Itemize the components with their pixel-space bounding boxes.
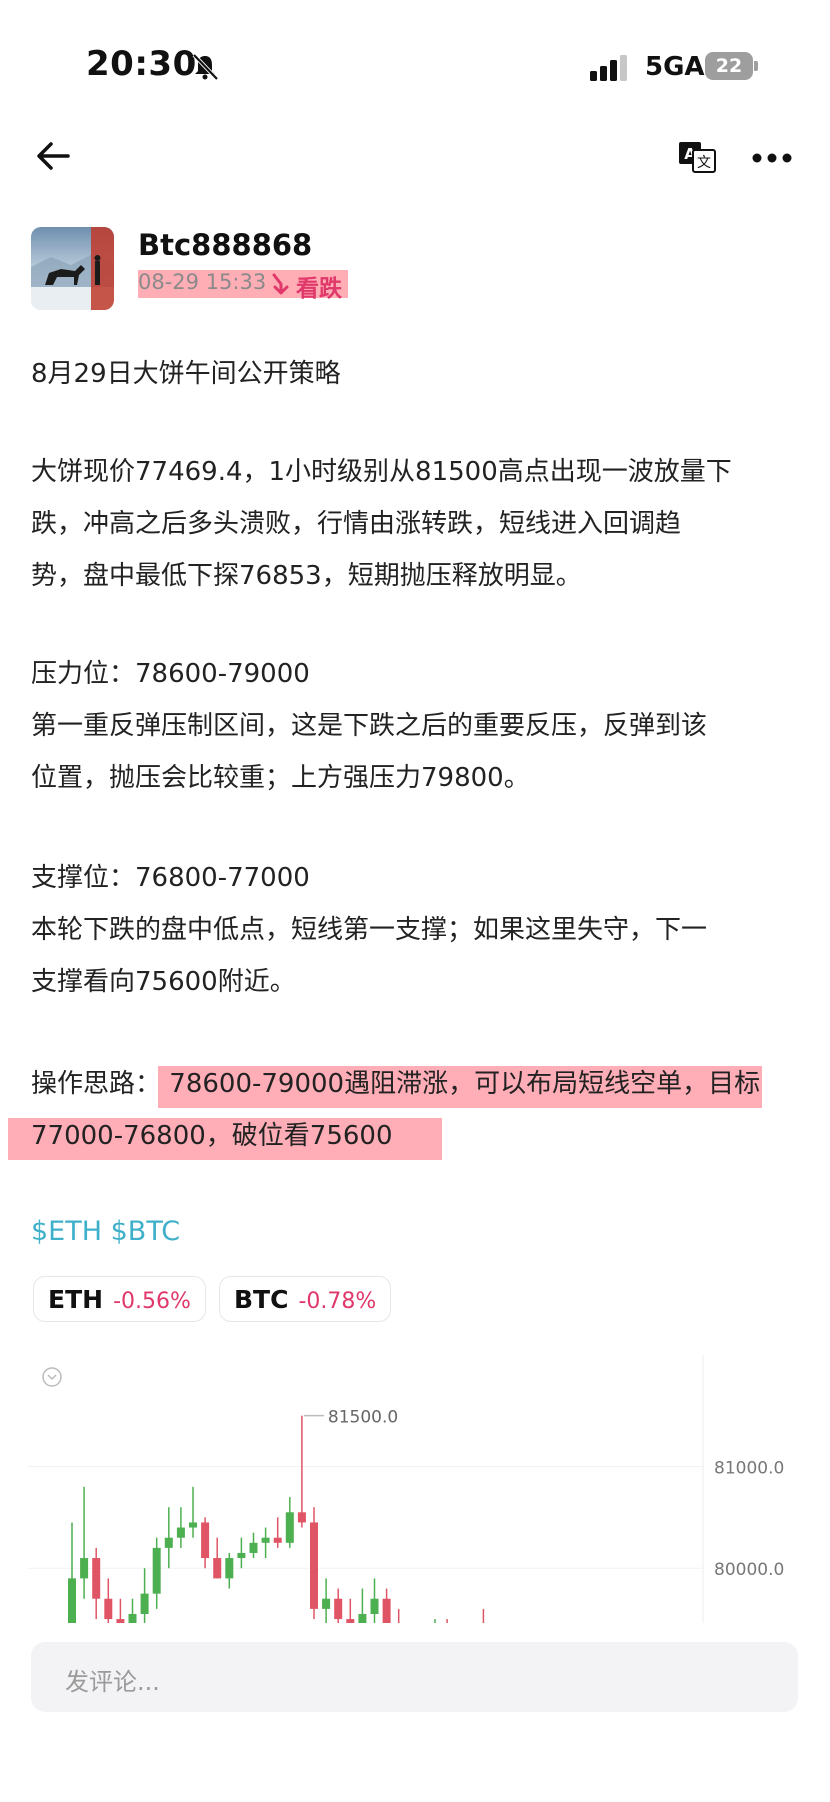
- post-time: 08-29 15:33: [138, 270, 267, 294]
- price-chart[interactable]: 81000.080000.079000.081500.0: [28, 1355, 788, 1623]
- ticker-change: -0.78%: [298, 1289, 377, 1314]
- strategy-text: 78600-79000遇阻滞涨，可以布局短线空单，目标: [161, 1069, 761, 1099]
- svg-text:文: 文: [697, 155, 711, 171]
- author-avatar[interactable]: [31, 227, 114, 310]
- support-paragraph: 支撑位：76800-77000 本轮下跌的盘中低点，短线第一支撑；如果这里失守，…: [31, 852, 801, 1008]
- network-type: 5GA: [645, 52, 705, 82]
- support-line: 本轮下跌的盘中低点，短线第一支撑；如果这里失守，下一: [31, 915, 708, 945]
- comment-placeholder: 发评论...: [65, 1668, 160, 1696]
- hashtag-links[interactable]: $ETH $BTC: [31, 1216, 180, 1247]
- sentiment-badge: 看跌: [296, 276, 342, 302]
- resistance-title: 压力位：78600-79000: [31, 659, 310, 689]
- strategy-text: 77000-76800，破位看75600: [31, 1121, 393, 1151]
- candle-body: [297, 1512, 306, 1523]
- candle-body: [116, 1619, 125, 1623]
- candle-body: [189, 1522, 197, 1528]
- candle-body: [80, 1558, 89, 1579]
- signal-icon: [590, 55, 627, 81]
- analysis-line: 跌，冲高之后多头溃败，行情由涨转跌，短线进入回调趋: [31, 509, 682, 539]
- candle-body: [273, 1537, 282, 1543]
- candle-body: [322, 1598, 331, 1609]
- candle-body: [104, 1598, 113, 1620]
- more-options-icon[interactable]: [752, 152, 792, 164]
- y-tick-label: 81000.0: [714, 1459, 784, 1479]
- candle-body: [201, 1522, 210, 1559]
- battery-level: 22: [705, 52, 753, 80]
- arrow-down-icon: [272, 273, 289, 295]
- support-line: 支撑看向75600附近。: [31, 967, 296, 997]
- candle-body: [346, 1619, 355, 1623]
- high-price-label: 81500.0: [328, 1408, 398, 1428]
- candle-body: [382, 1598, 391, 1623]
- candle-body: [310, 1522, 318, 1609]
- analysis-line: 势，盘中最低下探76853，短期抛压释放明显。: [31, 561, 582, 591]
- back-arrow-icon[interactable]: [34, 136, 74, 176]
- candle-body: [176, 1527, 185, 1538]
- ticker-change: -0.56%: [113, 1289, 191, 1314]
- candle-body: [261, 1537, 270, 1543]
- candle-body: [164, 1537, 173, 1548]
- candle-body: [92, 1558, 101, 1599]
- candle-body: [213, 1558, 222, 1579]
- status-time: 20:30: [86, 44, 197, 84]
- candle-body: [358, 1613, 367, 1623]
- candle-body: [68, 1578, 76, 1623]
- ticker-symbol: ETH: [48, 1285, 104, 1314]
- collapse-icon[interactable]: [42, 1367, 62, 1387]
- ticker-symbol: BTC: [234, 1285, 289, 1314]
- strategy-label: 操作思路：: [31, 1069, 162, 1099]
- analysis-paragraph: 大饼现价77469.4，1小时级别从81500高点出现一波放量下 跌，冲高之后多…: [31, 446, 801, 602]
- muted-bell-icon: [192, 53, 219, 81]
- candle-body: [152, 1547, 161, 1594]
- candle-body: [128, 1613, 137, 1623]
- author-name[interactable]: Btc888868: [138, 228, 312, 262]
- candle-body: [140, 1593, 149, 1614]
- translate-icon[interactable]: A 文: [678, 140, 716, 174]
- battery-icon: 22: [705, 52, 758, 80]
- post-title: 8月29日大饼午间公开策略: [31, 359, 341, 389]
- y-tick-label: 80000.0: [714, 1560, 784, 1580]
- candle-body: [370, 1598, 379, 1614]
- ticker-pill-btc[interactable]: BTC -0.78%: [219, 1276, 392, 1322]
- ticker-pill-eth[interactable]: ETH -0.56%: [33, 1276, 206, 1322]
- support-title: 支撑位：76800-77000: [31, 863, 310, 893]
- candle-body: [249, 1542, 258, 1553]
- resistance-line: 位置，抛压会比较重；上方强压力79800。: [31, 763, 530, 793]
- resistance-line: 第一重反弹压制区间，这是下跌之后的重要反压，反弹到该: [31, 711, 708, 741]
- candle-body: [334, 1598, 343, 1620]
- chevron-down-icon: [47, 1374, 57, 1381]
- analysis-line: 大饼现价77469.4，1小时级别从81500高点出现一波放量下: [31, 457, 732, 487]
- strategy-paragraph: 操作思路： 78600-79000遇阻滞涨，可以布局短线空单，目标 77000-…: [31, 1058, 821, 1162]
- resistance-paragraph: 压力位：78600-79000 第一重反弹压制区间，这是下跌之后的重要反压，反弹…: [31, 648, 801, 804]
- comment-input[interactable]: 发评论...: [31, 1642, 798, 1712]
- candle-body: [285, 1512, 294, 1543]
- candle-body: [225, 1558, 234, 1579]
- candle-body: [237, 1552, 246, 1559]
